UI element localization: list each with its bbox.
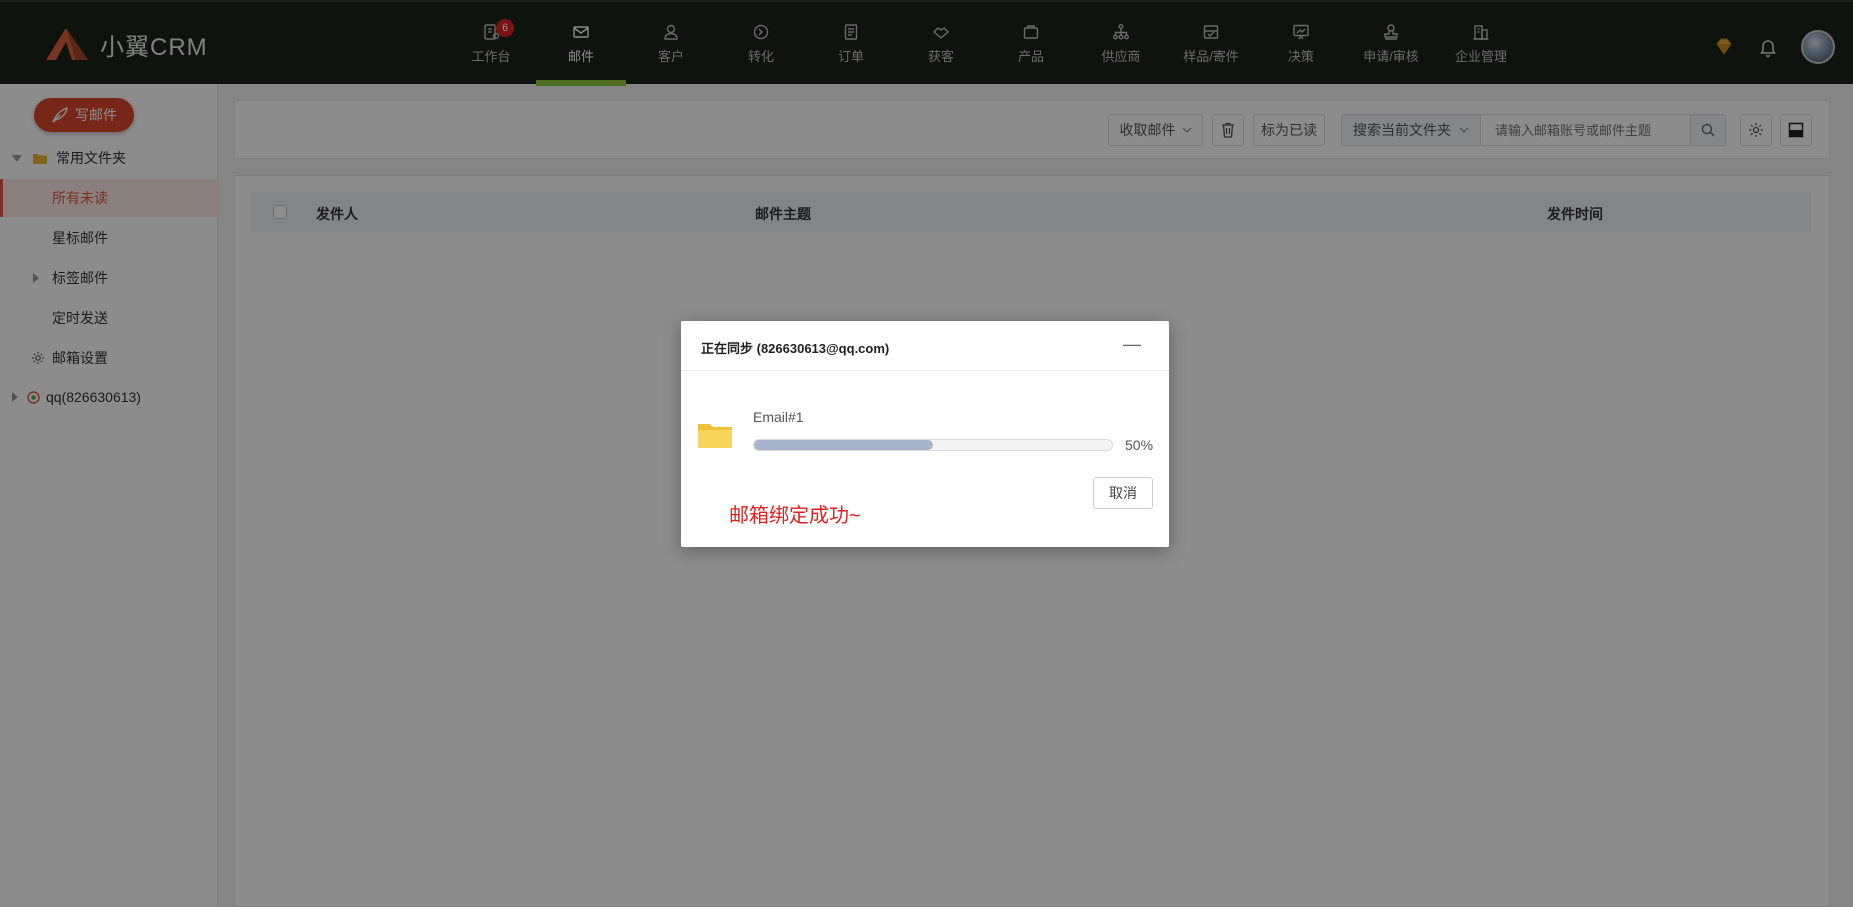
cancel-button[interactable]: 取消	[1093, 477, 1153, 509]
folder-icon	[698, 424, 732, 448]
sync-progress-fill	[754, 440, 933, 450]
bind-success-message: 邮箱绑定成功~	[729, 505, 861, 527]
minimize-button[interactable]: —	[1123, 334, 1141, 355]
sync-task-name: Email#1	[753, 409, 804, 425]
dialog-title: 正在同步 (826630613@qq.com)	[701, 341, 890, 356]
sync-progress-bar	[753, 439, 1113, 451]
dialog-header: 正在同步 (826630613@qq.com) —	[681, 321, 1169, 371]
sync-progress-percent: 50%	[1125, 437, 1154, 453]
sync-dialog: 正在同步 (826630613@qq.com) — Email#1 50% 取消…	[681, 321, 1169, 547]
